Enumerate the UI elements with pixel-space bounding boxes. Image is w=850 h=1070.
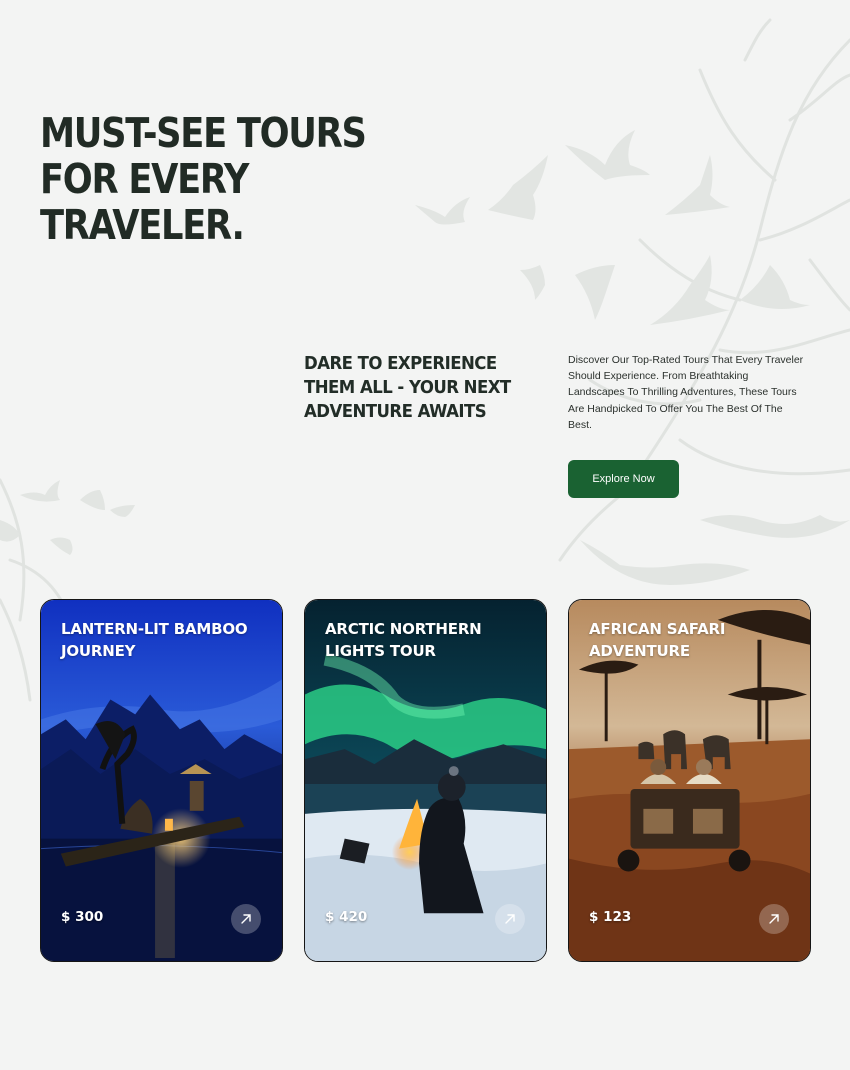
hero-title: MUST-SEE TOURS FOR EVERY TRAVELER. xyxy=(40,110,401,248)
tour-title-line: LANTERN-LIT BAMBOO xyxy=(61,620,248,638)
tour-card-bamboo[interactable]: LANTERN-LIT BAMBOO JOURNEY $ 300 xyxy=(40,599,283,962)
explore-now-button[interactable]: Explore Now xyxy=(568,460,679,498)
intro-description: Discover Our Top-Rated Tours That Every … xyxy=(568,352,818,433)
tour-price: $ 420 xyxy=(325,909,368,925)
tour-title-line: AFRICAN SAFARI xyxy=(589,620,726,638)
subheading-line: ADVENTURE AWAITS xyxy=(304,401,487,422)
description-line: Should Experience. From Breathtaking xyxy=(568,370,749,383)
description-line: Landscapes To Thrilling Adventures, Thes… xyxy=(568,386,797,399)
intro-subheading: DARE TO EXPERIENCE THEM ALL - YOUR NEXT … xyxy=(304,352,525,424)
tour-price: $ 123 xyxy=(589,909,632,925)
tour-title-line: JOURNEY xyxy=(61,642,136,660)
hero-title-line: MUST-SEE TOURS xyxy=(40,109,367,157)
description-line: Are Handpicked To Offer You The Best Of … xyxy=(568,402,783,415)
tour-open-button[interactable] xyxy=(231,904,261,934)
tour-card-title: LANTERN-LIT BAMBOO JOURNEY xyxy=(61,618,271,662)
tour-open-button[interactable] xyxy=(495,904,525,934)
tour-price: $ 300 xyxy=(61,909,104,925)
tour-card-title: ARCTIC NORTHERN LIGHTS TOUR xyxy=(325,618,535,662)
hero-title-line: FOR EVERY xyxy=(40,155,249,203)
tour-open-button[interactable] xyxy=(759,904,789,934)
subheading-line: DARE TO EXPERIENCE xyxy=(304,353,497,374)
subheading-line: THEM ALL - YOUR NEXT xyxy=(304,377,511,398)
arrow-up-right-icon xyxy=(505,914,515,924)
arrow-up-right-icon xyxy=(769,914,779,924)
description-line: Best. xyxy=(568,418,592,431)
tour-title-line: ARCTIC NORTHERN xyxy=(325,620,482,638)
tour-title-line: ADVENTURE xyxy=(589,642,690,660)
arrow-up-right-icon xyxy=(241,914,251,924)
tour-title-line: LIGHTS TOUR xyxy=(325,642,436,660)
tour-card-safari[interactable]: AFRICAN SAFARI ADVENTURE $ 123 xyxy=(568,599,811,962)
tour-card-title: AFRICAN SAFARI ADVENTURE xyxy=(589,618,799,662)
hero-title-line: TRAVELER. xyxy=(40,201,245,249)
tour-card-arctic[interactable]: ARCTIC NORTHERN LIGHTS TOUR $ 420 xyxy=(304,599,547,962)
description-line: Discover Our Top-Rated Tours That Every … xyxy=(568,354,804,366)
